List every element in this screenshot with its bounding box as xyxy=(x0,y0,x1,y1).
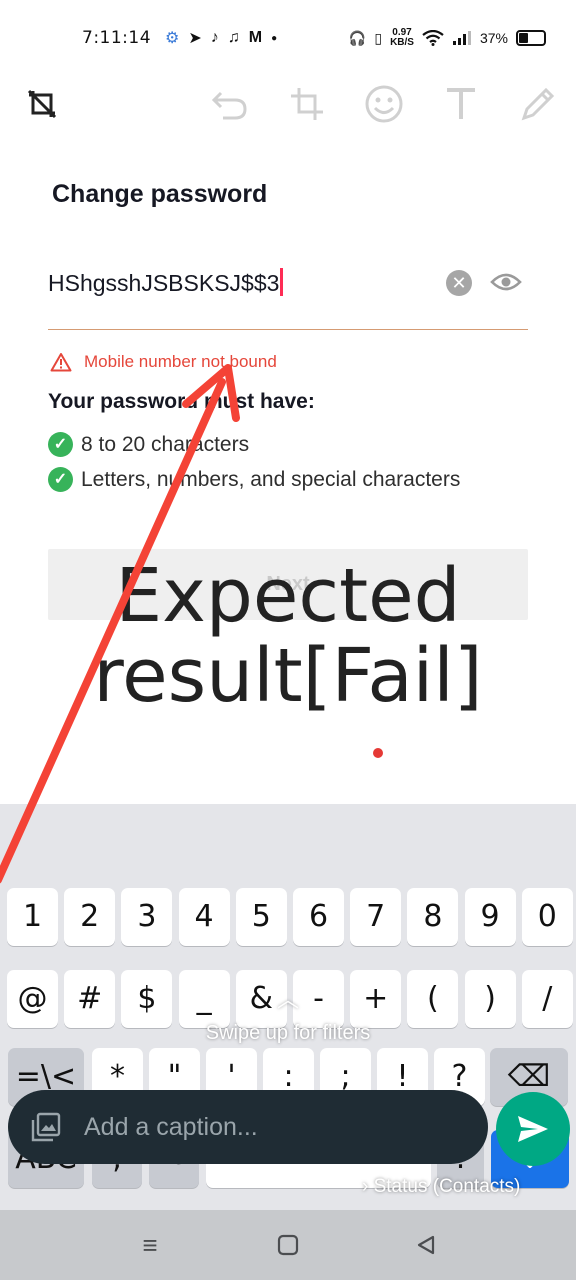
key-7[interactable]: 7 xyxy=(350,888,402,946)
dot-icon: ● xyxy=(271,32,278,44)
requirement-text: 8 to 20 characters xyxy=(81,432,250,456)
key-symbol[interactable]: ) xyxy=(464,970,516,1028)
chevron-right-icon: › xyxy=(362,1176,369,1197)
signal-icon xyxy=(452,31,471,45)
pencil-icon[interactable] xyxy=(514,80,562,128)
annotation-dot xyxy=(373,748,383,758)
key-3[interactable]: 3 xyxy=(121,888,173,946)
network-speed: 0.97 KB/S xyxy=(390,28,414,48)
key-8[interactable]: 8 xyxy=(407,888,459,946)
battery-percent: 37% xyxy=(479,30,508,46)
check-icon: ✓ xyxy=(48,467,73,492)
swipe-hint: Swipe up for filters xyxy=(205,1022,371,1044)
requirement-item: ✓ Letters, numbers, and special characte… xyxy=(48,467,460,492)
system-nav-bar: ≡ xyxy=(0,1210,576,1280)
status-time: 7:11:14 xyxy=(82,28,152,48)
send-icon xyxy=(518,1116,548,1142)
key-6[interactable]: 6 xyxy=(293,888,344,946)
key-9[interactable]: 9 xyxy=(464,888,516,946)
annotation-line-2: result[Fail] xyxy=(93,633,483,719)
text-caret xyxy=(280,268,284,296)
caption-bar[interactable]: Add a caption... xyxy=(8,1090,488,1164)
network-speed-unit: KB/S xyxy=(390,37,414,48)
crop-off-icon[interactable] xyxy=(18,80,66,128)
eye-icon[interactable] xyxy=(490,268,522,296)
crop-rotate-icon[interactable] xyxy=(283,80,331,128)
telegram-icon: ➤ xyxy=(188,30,202,47)
password-text: HShgsshJSBSKSJ$$3 xyxy=(48,270,280,296)
caption-input[interactable]: Add a caption... xyxy=(84,1113,258,1142)
key-symbol[interactable]: ( xyxy=(407,970,459,1028)
key-symbol[interactable]: $ xyxy=(121,970,173,1028)
key-1[interactable]: 1 xyxy=(7,888,58,946)
menu-icon[interactable]: ≡ xyxy=(130,1228,170,1262)
status-audience-label: Status (Contacts) xyxy=(373,1176,521,1197)
chevron-up-icon: ︿ xyxy=(277,987,300,1012)
home-icon[interactable] xyxy=(268,1228,308,1262)
gmail-icon: M xyxy=(248,29,263,46)
check-icon: ✓ xyxy=(48,432,73,457)
status-audience[interactable]: › Status (Contacts) xyxy=(362,1176,520,1198)
annotation-line-1: Expected xyxy=(115,553,461,639)
annotation-text: Expected result[Fail] xyxy=(0,556,576,716)
key-0[interactable]: 0 xyxy=(521,888,573,946)
wifi-icon xyxy=(422,30,444,46)
requirement-item: ✓ 8 to 20 characters xyxy=(48,432,249,457)
settings-icon: ⚙ xyxy=(165,30,180,47)
key-symbol[interactable]: _ xyxy=(178,970,230,1028)
key-symbol[interactable]: # xyxy=(64,970,116,1028)
clear-icon[interactable]: ✕ xyxy=(446,270,472,296)
send-button[interactable] xyxy=(496,1092,570,1166)
text-icon[interactable] xyxy=(437,80,485,128)
back-icon[interactable] xyxy=(406,1228,446,1262)
emoji-icon[interactable] xyxy=(360,80,408,128)
key-5[interactable]: 5 xyxy=(235,888,287,946)
requirement-text: Letters, numbers, and special characters xyxy=(81,467,461,491)
gallery-icon[interactable] xyxy=(30,1111,62,1143)
status-right: 🎧 ▯ 0.97 KB/S 37% xyxy=(349,0,546,76)
key-symbol[interactable]: @ xyxy=(7,970,58,1028)
battery-icon xyxy=(516,30,546,46)
status-bar: 7:11:14 ⚙ ➤ ♪ ♫ M ● 🎧 ▯ 0.97 KB/S 37% xyxy=(0,0,576,76)
key-4[interactable]: 4 xyxy=(178,888,230,946)
requirements-title: Your password must have: xyxy=(48,390,315,413)
error-message: Mobile number not bound xyxy=(50,352,277,372)
headphones-icon: 🎧 xyxy=(348,29,367,46)
editor-toolbar xyxy=(0,80,576,128)
music-icon: ♪ xyxy=(210,29,219,46)
key-2[interactable]: 2 xyxy=(64,888,116,946)
page-title: Change password xyxy=(52,180,268,208)
key-symbol[interactable]: + xyxy=(350,970,402,1028)
undo-icon[interactable] xyxy=(206,80,254,128)
notification-icons: ⚙ ➤ ♪ ♫ M ● xyxy=(165,28,277,48)
key-symbol[interactable]: / xyxy=(521,970,573,1028)
error-text: Mobile number not bound xyxy=(84,352,277,371)
password-field[interactable]: HShgsshJSBSKSJ$$3 ✕ xyxy=(48,262,528,330)
vibrate-icon: ▯ xyxy=(374,29,383,46)
password-value[interactable]: HShgsshJSBSKSJ$$3 xyxy=(48,268,284,297)
warning-icon xyxy=(50,353,72,372)
tiktok-icon: ♫ xyxy=(227,29,240,46)
key-symbol[interactable]: - xyxy=(293,970,344,1028)
